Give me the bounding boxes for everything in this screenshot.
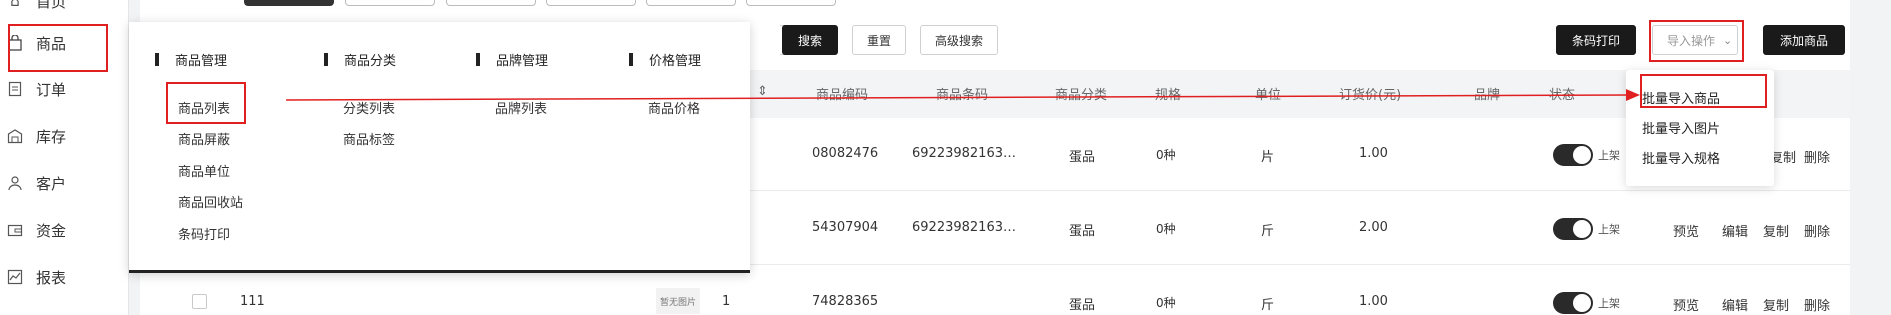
col-header-unit: 单位	[1255, 88, 1282, 103]
add-product-button[interactable]: 添加商品	[1763, 25, 1845, 55]
col-header-category: 商品分类	[1055, 88, 1108, 103]
reset-button[interactable]: 重置	[852, 25, 906, 55]
cell-price: 1.00	[1359, 146, 1388, 161]
cell-code: 74828365	[812, 294, 879, 309]
menu-item-product-price[interactable]: 商品价格	[648, 98, 700, 117]
status-label: 上架	[1598, 297, 1620, 310]
highlight-goods-nav	[8, 24, 108, 72]
menu-item-product-unit[interactable]: 商品单位	[178, 161, 230, 180]
menu-item-product-block[interactable]: 商品屏蔽	[178, 129, 230, 148]
preview-link[interactable]: 预览	[1673, 295, 1699, 314]
barcode-print-button[interactable]: 条码打印	[1556, 25, 1636, 55]
cell-category: 蛋品	[1069, 224, 1096, 239]
col-header-barcode: 商品条码	[936, 88, 989, 103]
chart-icon	[6, 268, 24, 286]
user-icon	[6, 174, 24, 192]
top-tab[interactable]	[244, 0, 334, 6]
status-toggle[interactable]	[1553, 218, 1593, 240]
menu-section-price: 价格管理	[629, 50, 701, 69]
status-toggle[interactable]	[1553, 144, 1593, 166]
sidebar-item-label: 资金	[36, 221, 67, 240]
menu-section-title: 品牌管理	[496, 54, 549, 69]
copy-link[interactable]: 复制	[1763, 295, 1789, 314]
cell-barcode: 69223982163…	[912, 220, 1016, 235]
edit-link[interactable]: 编辑	[1722, 295, 1748, 314]
highlight-import-products	[1640, 74, 1767, 108]
sidebar-item-inventory[interactable]: 库存	[0, 119, 128, 153]
top-tab[interactable]	[646, 0, 736, 6]
status-label: 上架	[1598, 223, 1620, 236]
menu-item-product-tags[interactable]: 商品标签	[343, 129, 395, 148]
sidebar-item-label: 客户	[36, 174, 67, 193]
cell-unit: 斤	[1261, 298, 1275, 313]
cell-category: 蛋品	[1069, 150, 1096, 165]
highlight-import-button	[1649, 20, 1744, 62]
col-header-spec: 规格	[1155, 88, 1182, 103]
import-images-option[interactable]: 批量导入图片	[1642, 118, 1720, 137]
cell-unit: 斤	[1261, 224, 1275, 239]
sidebar-item-orders[interactable]: 订单	[0, 72, 128, 106]
wallet-icon	[6, 221, 24, 239]
sidebar-item-funds[interactable]: 资金	[0, 213, 128, 247]
sidebar-item-customers[interactable]: 客户	[0, 166, 128, 200]
no-image-placeholder: 暂无图片	[656, 288, 700, 314]
cell-name: 111	[240, 294, 265, 309]
menu-section-title: 商品管理	[175, 54, 228, 69]
menu-section-goods-mgmt: 商品管理	[155, 50, 227, 69]
sidebar-item-label: 首页	[36, 0, 67, 11]
import-specs-option[interactable]: 批量导入规格	[1642, 148, 1720, 167]
sidebar-item-label: 订单	[36, 80, 67, 99]
edit-link[interactable]: 编辑	[1722, 221, 1748, 240]
cell-code: 08082476	[812, 146, 879, 161]
cell-code: 54307904	[812, 220, 879, 235]
cell-price: 2.00	[1359, 220, 1388, 235]
menu-section-title: 价格管理	[649, 54, 702, 69]
cell-barcode: 69223982163…	[912, 146, 1016, 161]
search-button[interactable]: 搜索	[782, 25, 838, 55]
sidebar-item-label: 库存	[36, 127, 67, 146]
top-tab[interactable]	[345, 0, 435, 6]
menu-section-brand: 品牌管理	[476, 50, 548, 69]
menu-section-title: 商品分类	[344, 54, 397, 69]
status-toggle[interactable]	[1553, 292, 1593, 314]
status-label: 上架	[1598, 149, 1620, 162]
menu-item-category-list[interactable]: 分类列表	[343, 98, 395, 117]
top-tab[interactable]	[746, 0, 836, 6]
sidebar-item-home[interactable]: ⌂ 首页	[0, 0, 128, 18]
top-tab[interactable]	[546, 0, 636, 6]
cell-price: 1.00	[1359, 294, 1388, 309]
cell-category: 蛋品	[1069, 298, 1096, 313]
delete-link[interactable]: 删除	[1804, 295, 1830, 314]
col-header-code: 商品编码	[816, 88, 869, 103]
col-header-price: 订货价(元)	[1339, 88, 1402, 103]
col-header-brand: 品牌	[1474, 88, 1501, 103]
col-header-status: 状态	[1549, 88, 1576, 103]
advanced-search-button[interactable]: 高级搜索	[920, 25, 998, 55]
order-icon	[6, 80, 24, 98]
menu-item-brand-list[interactable]: 品牌列表	[495, 98, 547, 117]
menu-section-category: 商品分类	[324, 50, 396, 69]
home-icon: ⌂	[10, 0, 20, 10]
delete-link[interactable]: 删除	[1804, 221, 1830, 240]
cell-seq: 1	[722, 294, 731, 309]
cell-unit: 片	[1261, 150, 1275, 165]
sidebar-item-reports[interactable]: 报表	[0, 260, 128, 294]
menu-item-barcode-print[interactable]: 条码打印	[178, 224, 230, 243]
goods-mega-menu: 商品管理 商品分类 品牌管理 价格管理 商品列表 商品屏蔽 商品单位 商品回收站…	[129, 22, 750, 273]
menu-item-recycle-bin[interactable]: 商品回收站	[178, 192, 243, 211]
cell-spec: 0种	[1156, 148, 1176, 162]
cell-spec: 0种	[1156, 296, 1176, 310]
delete-link[interactable]: 删除	[1804, 147, 1830, 166]
row-checkbox[interactable]	[192, 294, 207, 309]
highlight-product-list	[166, 82, 246, 124]
top-tab[interactable]	[446, 0, 536, 6]
sidebar-item-label: 报表	[36, 268, 67, 287]
cell-spec: 0种	[1156, 222, 1176, 236]
preview-link[interactable]: 预览	[1673, 221, 1699, 240]
copy-link[interactable]: 复制	[1763, 221, 1789, 240]
warehouse-icon	[6, 127, 24, 145]
sort-icon[interactable]: ⇕	[757, 84, 768, 99]
